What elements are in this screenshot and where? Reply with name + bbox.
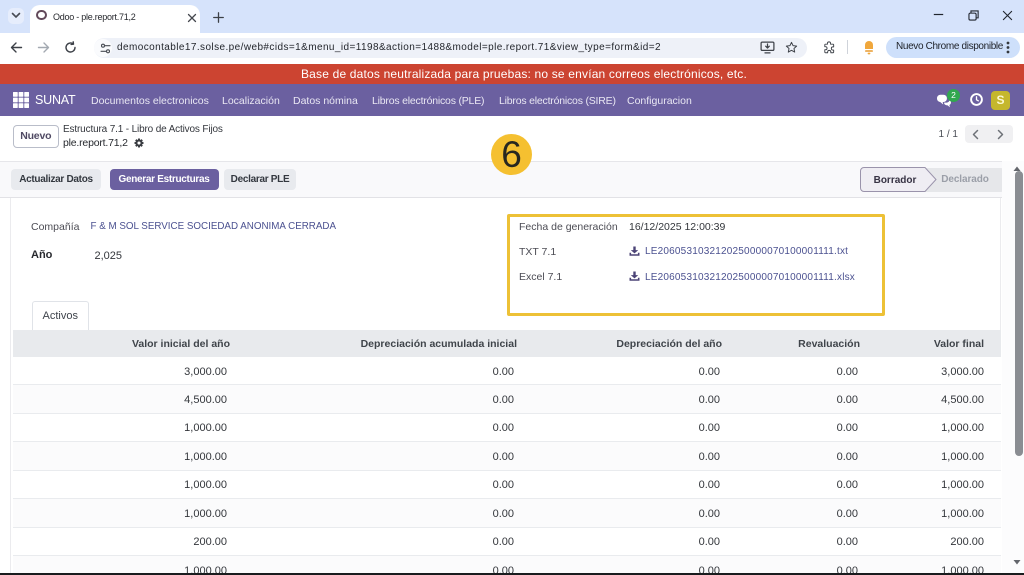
svg-text:Borrador: Borrador (874, 175, 917, 186)
